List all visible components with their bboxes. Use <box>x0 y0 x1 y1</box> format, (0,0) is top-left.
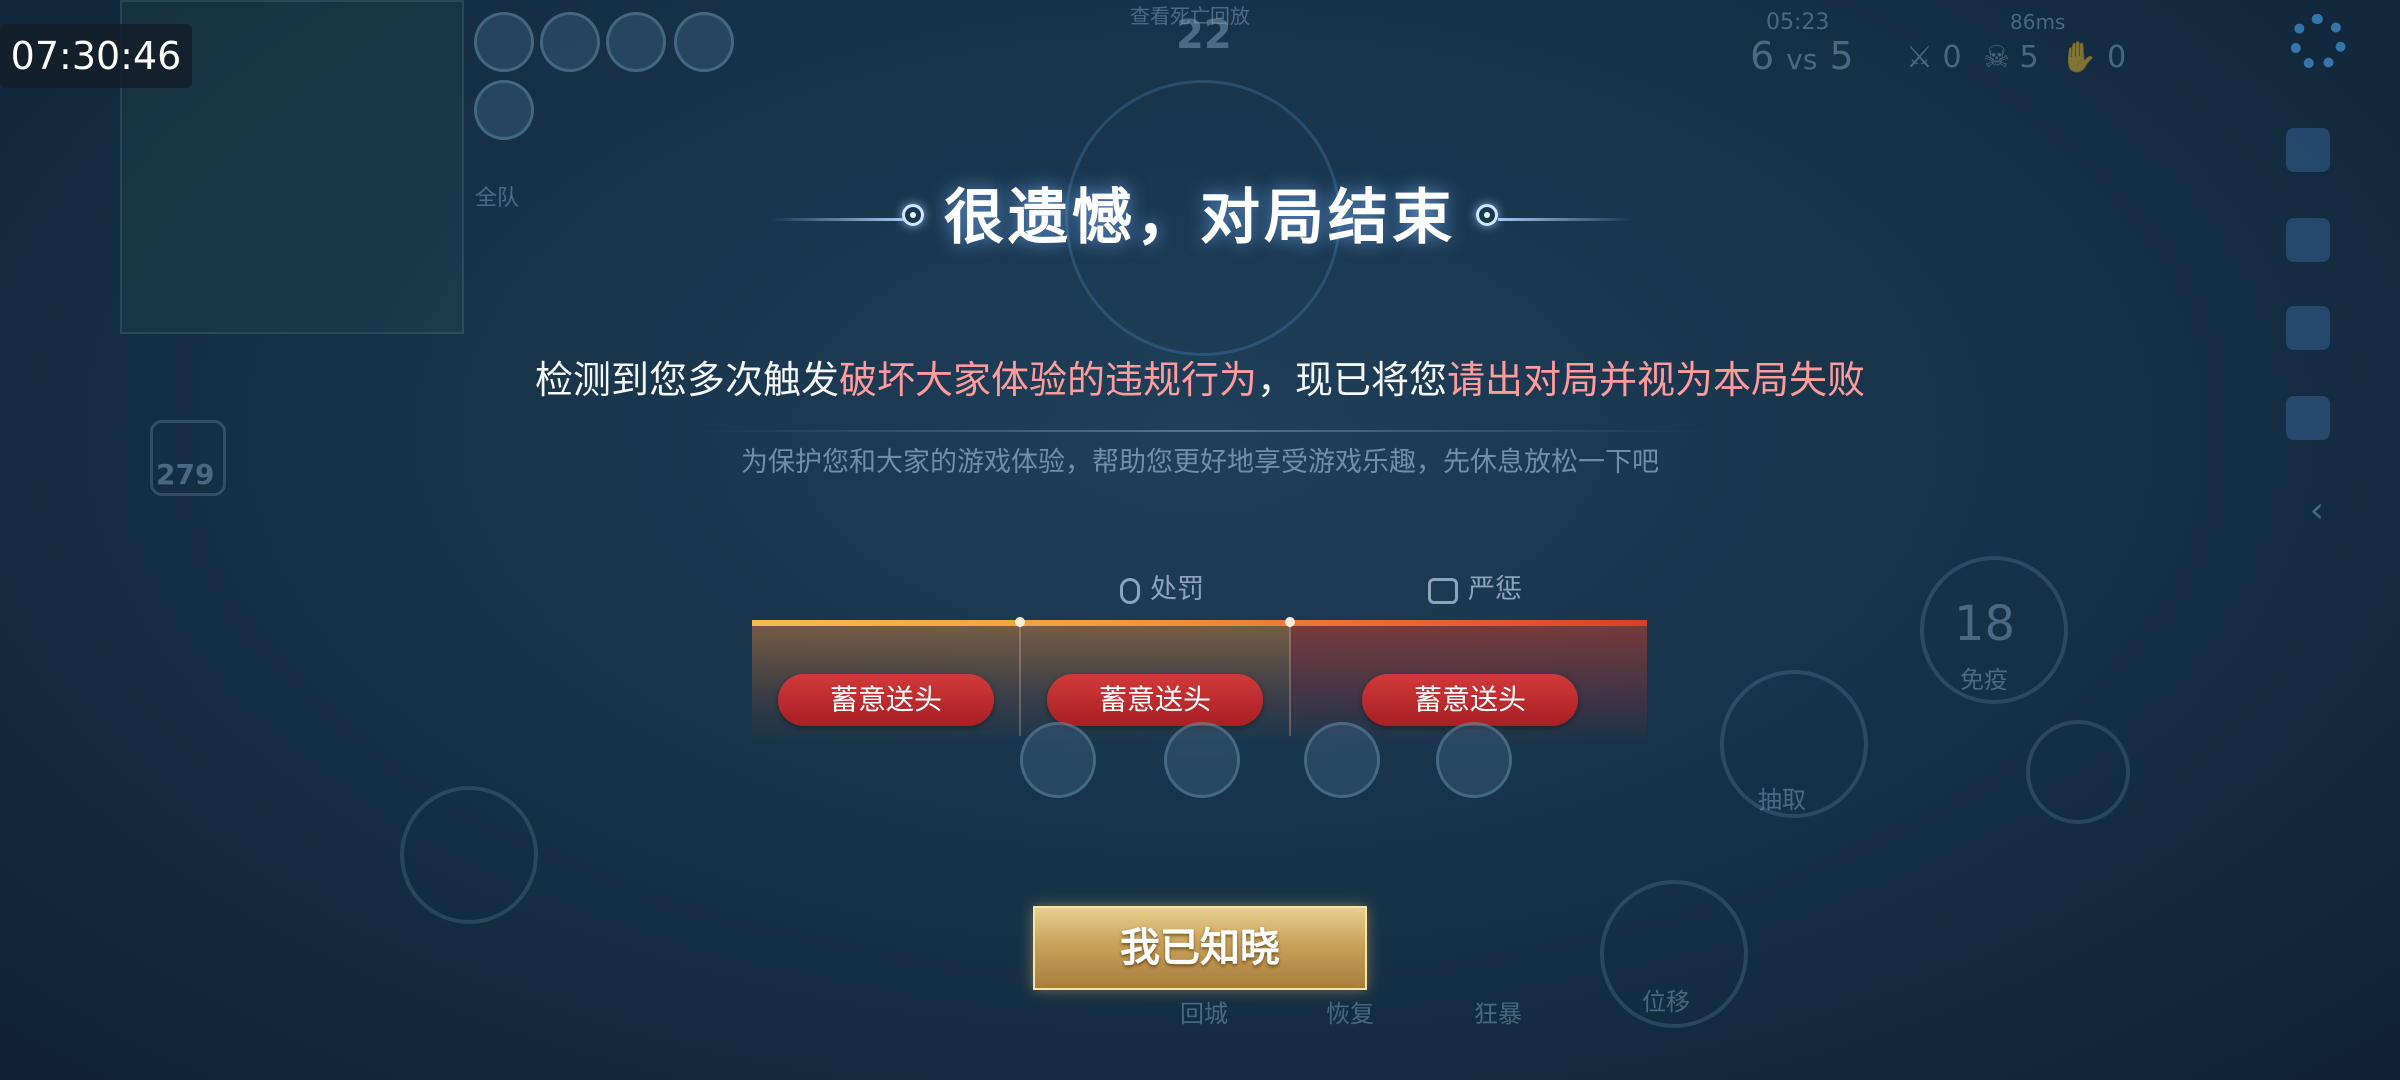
scoreboard[interactable]: 6 vs 5 <box>1750 34 1854 78</box>
penalty-progress-track <box>752 620 1647 626</box>
skull-icon: ☠ <box>1983 40 2010 75</box>
assists-count: 0 <box>2107 40 2127 75</box>
dash-label: 位移 <box>1642 988 1690 1016</box>
hero-avatar <box>1304 722 1380 798</box>
stage-severe: 严惩 <box>1428 570 1522 610</box>
teammate-avatar <box>606 12 666 72</box>
match-time: 05:23 <box>1766 10 1830 35</box>
dialog-subtext: 为保护您和大家的游戏体验，帮助您更好地享受游戏乐趣，先休息放松一下吧 <box>741 447 1659 478</box>
draw-label: 抽取 <box>1758 786 1806 814</box>
teammate-avatar <box>540 12 600 72</box>
hero-avatar <box>1436 722 1512 798</box>
collapse-chevron-icon[interactable]: ‹ <box>2310 490 2324 531</box>
system-clock: 07:30:46 <box>0 24 192 88</box>
segment-separator <box>1019 626 1021 736</box>
message-part2: ，现已将您 <box>1257 358 1448 402</box>
hero-avatar <box>1164 722 1240 798</box>
cooldown-value: 18 <box>1954 596 2016 652</box>
sword-icon: ⚔ <box>1906 40 1933 75</box>
message-part1: 检测到您多次触发 <box>534 358 839 402</box>
message-highlight1: 破坏大家体验的违规行为 <box>838 358 1257 402</box>
flag-icon[interactable] <box>2286 306 2330 350</box>
hand-icon: ✋ <box>2060 40 2098 75</box>
death-timer: 22 <box>1176 12 1232 58</box>
segment-separator <box>1289 626 1291 736</box>
mute-mic-icon <box>1120 577 1140 604</box>
message-divider <box>690 430 1710 432</box>
stage-severe-label: 严惩 <box>1468 574 1522 605</box>
recall-label[interactable]: 回城 <box>1180 994 1228 1029</box>
teammate-avatar <box>674 12 734 72</box>
attack-icon[interactable] <box>2286 128 2330 172</box>
score-vs: vs <box>1786 43 1818 76</box>
message-highlight2: 请出对局并视为本局失败 <box>1447 358 1866 402</box>
hero-avatar <box>1020 722 1096 798</box>
gamepad-ban-icon <box>1428 577 1458 604</box>
track-marker <box>1285 617 1295 627</box>
violation-badge: 蓄意送头 <box>1047 674 1263 726</box>
dialog-title-wrap: 很遗憾，对局结束 <box>0 168 2400 268</box>
deaths-count: 5 <box>2019 40 2039 75</box>
acknowledge-button[interactable]: 我已知晓 <box>1033 906 1367 990</box>
violation-badge: 蓄意送头 <box>1362 674 1578 726</box>
stage-penalty-label: 处罚 <box>1150 574 1204 605</box>
violation-message: 检测到您多次触发破坏大家体验的违规行为，现已将您请出对局并视为本局失败 <box>0 352 2400 408</box>
joystick[interactable] <box>400 786 538 924</box>
stage-penalty: 处罚 <box>1120 570 1204 610</box>
violation-badge: 蓄意送头 <box>778 674 994 726</box>
immunity-label: 免疫 <box>1960 666 2008 694</box>
teammate-avatar <box>474 12 534 72</box>
dialog-title: 很遗憾，对局结束 <box>944 183 1456 253</box>
network-latency: 86ms <box>2010 10 2066 34</box>
score-right: 5 <box>1829 34 1854 78</box>
kda: ⚔ 0 ☠ 5 ✋ 0 <box>1906 40 2126 75</box>
frenzy-label[interactable]: 狂暴 <box>1474 994 1522 1029</box>
recover-label[interactable]: 恢复 <box>1326 994 1374 1029</box>
teammate-avatar <box>474 80 534 140</box>
kills-count: 0 <box>1942 40 1962 75</box>
track-marker <box>1015 617 1025 627</box>
score-left: 6 <box>1750 34 1775 78</box>
settings-gear-icon[interactable] <box>2290 14 2346 70</box>
skill-button[interactable] <box>2026 720 2130 824</box>
